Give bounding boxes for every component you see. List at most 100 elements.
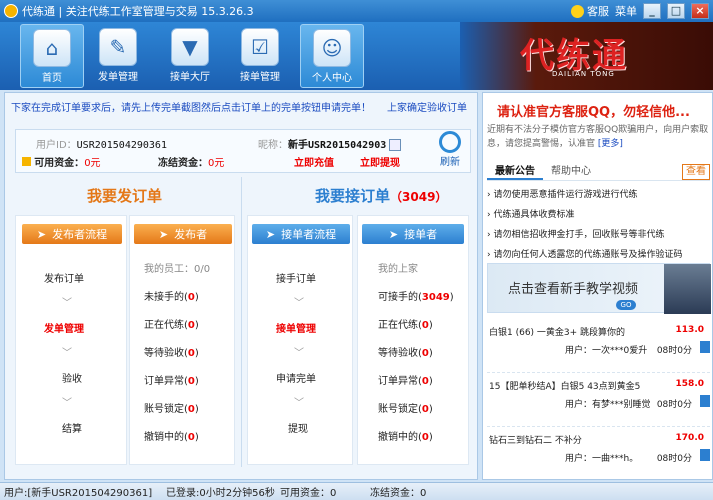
download-arrow-icon: ▼ <box>171 28 209 66</box>
chevron-down-icon: ﹀ <box>62 298 72 309</box>
taker-flow-header-label: 接单者流程 <box>281 228 337 241</box>
tutorial-video-banner[interactable]: 点击查看新手教学视频 GO <box>487 263 711 314</box>
frozen-value: 0元 <box>208 158 225 169</box>
menu-button[interactable]: 菜单 <box>615 3 637 19</box>
customer-service-label: 客服 <box>587 5 609 18</box>
flow-step-withdraw: 提现 <box>288 424 308 435</box>
nav-personal-center[interactable]: ☺ 个人中心 <box>300 24 364 88</box>
pub-row-awaiting[interactable]: 等待验收(0) <box>144 344 199 359</box>
warning-line-2-text: 息，请您提高警惕，认准官 <box>487 139 596 149</box>
pub-row-exception[interactable]: 订单异常(0) <box>144 372 199 387</box>
publisher-flow-header: ➤ 发布者流程 <box>22 224 122 244</box>
order-title: 15【肥单秒结A】白银5 43点到黄金5 <box>489 382 641 392</box>
nav-home[interactable]: ⌂ 首页 <box>20 24 84 88</box>
announcement-item[interactable]: › 请勿使用恶意插件运行游戏进行代练 <box>487 187 637 200</box>
pub-row-count: 0 <box>187 376 195 387</box>
take-row-count: 3049 <box>421 292 450 303</box>
nav-publish-manage[interactable]: ✎ 发单管理 <box>86 24 150 88</box>
take-row-in-progress[interactable]: 正在代练(0) <box>378 316 433 331</box>
smiley-icon <box>571 4 584 18</box>
user-icon: ☺ <box>313 29 351 67</box>
order-take-button[interactable] <box>700 395 710 407</box>
flow-step-manage[interactable]: 发单管理 <box>44 320 84 335</box>
take-row-exception[interactable]: 订单异常(0) <box>378 372 433 387</box>
refresh-button[interactable]: 刷新 <box>435 131 465 169</box>
frozen-label: 冻结资金： <box>158 158 208 169</box>
customer-service-button[interactable]: 客服 <box>571 3 609 19</box>
refresh-label: 刷新 <box>440 157 460 168</box>
minimize-button[interactable]: _ <box>643 3 661 19</box>
nav-publish-manage-label: 发单管理 <box>98 72 138 83</box>
notice-link[interactable]: 上家确定验收订单 <box>387 99 467 114</box>
chevron-down-icon: ﹀ <box>294 348 304 359</box>
edit-icon[interactable] <box>389 139 402 151</box>
announcement-item[interactable]: › 请勿相信招收押金打手，回收账号等非代练 <box>487 227 664 240</box>
take-row-label: 可接手的 <box>378 292 418 303</box>
nav-take-manage[interactable]: ☑ 接单管理 <box>228 24 292 88</box>
order-hours: 08时0分 <box>656 454 692 464</box>
nav-home-label: 首页 <box>42 73 62 84</box>
take-row-count: 0 <box>421 432 429 443</box>
arrow-icon: ➤ <box>36 227 47 241</box>
pub-row-count: 0 <box>187 432 195 443</box>
tab-more-button[interactable]: 查看 <box>682 164 710 180</box>
user-id-label: 用户ID： <box>36 140 77 151</box>
banner-subtitle: DAILIAN TONG <box>552 70 615 78</box>
pub-row-locked[interactable]: 账号锁定(0) <box>144 400 199 415</box>
take-row-awaiting[interactable]: 等待验收(0) <box>378 344 433 359</box>
chevron-down-icon: ﹀ <box>62 348 72 359</box>
maximize-button[interactable]: □ <box>667 3 685 19</box>
publisher-header-label: 发布者 <box>174 228 208 241</box>
home-icon: ⌂ <box>33 29 71 67</box>
take-row-available[interactable]: 可接手的(3049) <box>378 288 454 303</box>
pub-row-unaccepted[interactable]: 未接手的(0) <box>144 288 199 303</box>
pub-row-revoking[interactable]: 撤销中的(0) <box>144 428 199 443</box>
announcement-text: 请勿相信招收押金打手，回收账号等非代练 <box>493 230 665 240</box>
order-user: 用户：一曲***h。 <box>565 454 639 464</box>
taker-stats-panel: ➤ 接单者 我的上家 可接手的(3049) 正在代练(0) 等待验收(0) 订单异… <box>357 215 469 465</box>
order-item[interactable]: 15【肥单秒结A】白银5 43点到黄金5 158.0 用户：有梦***别睡觉 0… <box>487 375 710 427</box>
recharge-link[interactable]: 立即充值 <box>294 154 334 169</box>
pub-row-count: 0 <box>187 348 195 359</box>
pub-row-count: 0 <box>187 404 195 415</box>
flow-step-accept: 验收 <box>62 374 82 385</box>
publisher-header: ➤ 发布者 <box>134 224 232 244</box>
warning-more-link[interactable]: [更多] <box>598 139 623 149</box>
take-row-label: 订单异常 <box>378 376 418 387</box>
nav-take-manage-label: 接单管理 <box>240 72 280 83</box>
go-badge: GO <box>616 300 636 310</box>
alias-value: 新手USR2015042903 <box>288 140 387 151</box>
main-panel: 下家在完成订单要求后，请先上传完单截图然后点击订单上的完单按钮申请完单！ 上家确… <box>4 92 478 480</box>
nav-order-hall[interactable]: ▼ 接单大厅 <box>158 24 222 88</box>
chevron-down-icon: ﹀ <box>294 298 304 309</box>
security-warning: 请认准官方客服QQ，勿轻信他... <box>497 105 690 120</box>
flow-step-publish: 发布订单 <box>44 274 84 285</box>
announcement-item[interactable]: › 请勿向任何人透露您的代练通账号及操作验证码 <box>487 247 682 260</box>
order-take-button[interactable] <box>700 449 710 461</box>
avail-row: 可用资金：0元 <box>22 154 101 169</box>
tab-help-center[interactable]: 帮助中心 <box>543 163 599 180</box>
take-row-revoking[interactable]: 撤销中的(0) <box>378 428 433 443</box>
pub-row-in-progress[interactable]: 正在代练(0) <box>144 316 199 331</box>
taker-header: ➤ 接单者 <box>362 224 464 244</box>
announcement-item[interactable]: › 代练通具体收费标准 <box>487 207 574 220</box>
order-take-button[interactable] <box>700 341 710 353</box>
take-row-label: 撤销中的 <box>378 432 418 443</box>
pub-row-label: 正在代练 <box>144 320 184 331</box>
announcement-text: 请勿向任何人透露您的代练通账号及操作验证码 <box>493 250 683 260</box>
flow-step-take-manage[interactable]: 接单管理 <box>276 320 316 335</box>
order-item[interactable]: 钻石三到钻石二 不补分 170.0 用户：一曲***h。 08时0分 <box>487 429 710 479</box>
take-row-locked[interactable]: 账号锁定(0) <box>378 400 433 415</box>
pub-row-label: 撤销中的 <box>144 432 184 443</box>
character-image <box>664 264 711 314</box>
take-row-label: 等待验收 <box>378 348 418 359</box>
take-row-count: 0 <box>421 404 429 415</box>
news-pane: 请认准官方客服QQ，勿轻信他... 近期有不法分子模仿官方客服QQ欺骗用户，向用… <box>482 92 713 480</box>
status-user: 用户:[新手USR201504290361] <box>4 488 153 499</box>
withdraw-link[interactable]: 立即提现 <box>360 154 400 169</box>
close-button[interactable]: × <box>691 3 709 19</box>
order-item[interactable]: 白银1 (66) 一黄金3+ 跳段算你的 113.0 用户：一次***0爱升 0… <box>487 321 710 373</box>
tab-announcements[interactable]: 最新公告 <box>487 163 543 180</box>
announcement-text: 代练通具体收费标准 <box>493 210 575 220</box>
pen-icon: ✎ <box>99 28 137 66</box>
